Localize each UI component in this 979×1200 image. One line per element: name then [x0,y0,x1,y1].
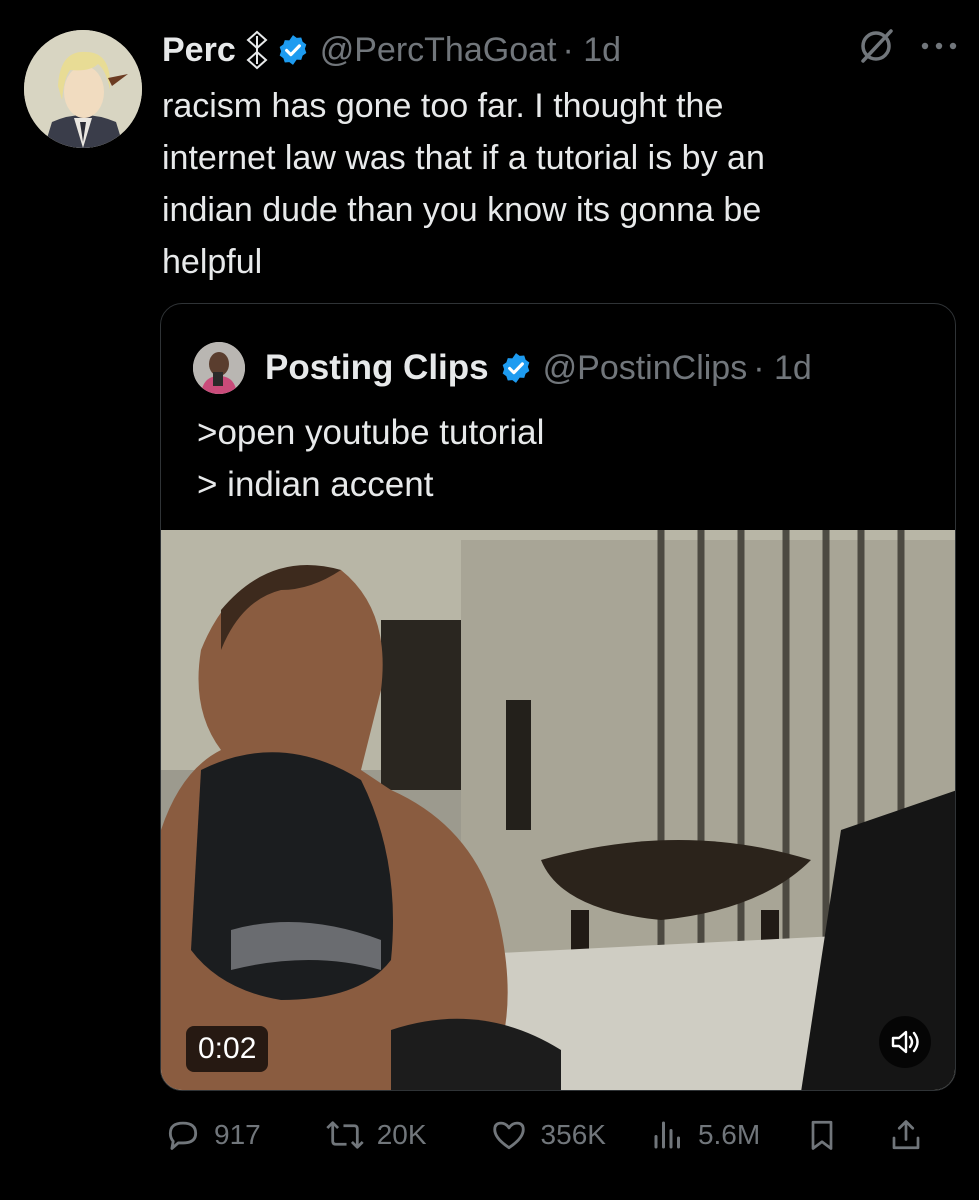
action-bar: 917 20K 356K 5.6M [162,1113,952,1157]
bookmark-button[interactable] [804,1115,852,1155]
reply-count: 917 [214,1119,261,1150]
quoted-tweet[interactable]: Posting Clips @PostinClips · 1d >open yo… [160,303,956,1091]
repost-icon [326,1121,364,1149]
repost-count: 20K [376,1119,427,1150]
quoted-time[interactable]: · 1d [753,349,812,388]
video-timestamp: 0:02 [186,1026,269,1072]
author-avatar[interactable] [24,30,142,148]
like-icon [492,1121,525,1150]
video-frame [161,530,955,1090]
speaker-icon[interactable] [879,1016,931,1068]
author-name[interactable]: Perc [162,31,236,70]
verified-badge-icon [279,35,307,65]
bookmark-icon [811,1120,833,1150]
share-icon [892,1120,920,1150]
views-button[interactable]: 5.6M [650,1116,760,1154]
tweet-time[interactable]: · 1d [562,31,621,70]
tweet-text: racism has gone too far. I thought the i… [162,87,765,281]
quoted-avatar[interactable] [193,342,245,394]
author-handle[interactable]: @PercThaGoat [320,31,557,70]
like-button[interactable]: 356K [489,1116,606,1154]
reply-icon [168,1121,198,1150]
grok-icon[interactable] [857,26,897,66]
views-icon [654,1121,680,1149]
share-button[interactable] [888,1115,936,1155]
like-count: 356K [540,1119,606,1150]
repost-button[interactable]: 20K [325,1116,427,1154]
quoted-text: >open youtube tutorial > indian accent [197,413,545,504]
quoted-author-handle[interactable]: @PostinClips [543,349,748,388]
verified-badge-icon [502,353,529,383]
quoted-header: Posting Clips @PostinClips · 1d [193,340,812,396]
video-player[interactable]: 0:02 [161,530,955,1090]
emblem-icon [246,30,268,70]
more-icon[interactable] [919,40,959,52]
tweet[interactable]: Perc @PercThaGoat · 1d racism has gone t… [0,0,979,1200]
reply-button[interactable]: 917 [164,1116,261,1154]
quoted-author-name[interactable]: Posting Clips [265,348,489,388]
views-count: 5.6M [697,1119,761,1150]
